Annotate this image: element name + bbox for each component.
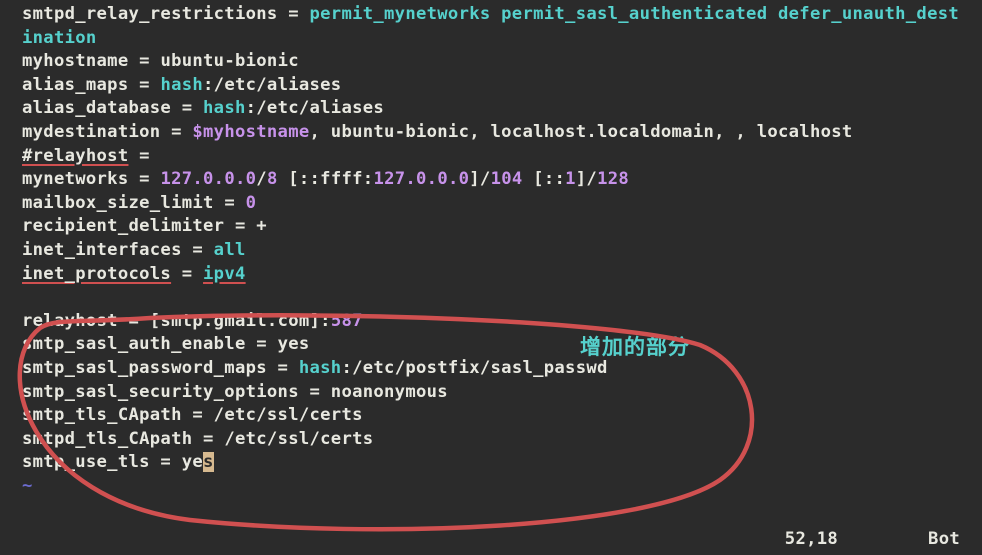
config-line: smtpd_tls_CApath = /etc/ssl/certs (22, 428, 960, 452)
config-line: inet_protocols = ipv4 (22, 263, 960, 287)
config-line: mailbox_size_limit = 0 (22, 192, 960, 216)
config-line: smtp_tls_CApath = /etc/ssl/certs (22, 404, 960, 428)
status-bar: 52,18 Bot (785, 528, 960, 552)
terminal-editor[interactable]: { "lines": { "l1_key":"smtpd_relay_restr… (0, 0, 982, 555)
config-line: smtp_sasl_security_options = noanonymous (22, 381, 960, 405)
cursor: s (203, 452, 214, 472)
config-line: alias_database = hash:/etc/aliases (22, 97, 960, 121)
config-line: smtp_sasl_password_maps = hash:/etc/post… (22, 357, 960, 381)
config-line (22, 286, 960, 310)
config-line: alias_maps = hash:/etc/aliases (22, 74, 960, 98)
config-line: smtp_sasl_auth_enable = yes (22, 333, 960, 357)
cursor-position: 52,18 (785, 528, 838, 552)
config-line: mydestination = $myhostname, ubuntu-bion… (22, 121, 960, 145)
vim-tilde: ~ (22, 475, 960, 499)
config-line: #relayhost = (22, 145, 960, 169)
config-line: relayhost = [smtp.gmail.com]:587 (22, 310, 960, 334)
config-line: inet_interfaces = all (22, 239, 960, 263)
config-line: recipient_delimiter = + (22, 215, 960, 239)
config-line: mynetworks = 127.0.0.0/8 [::ffff:127.0.0… (22, 168, 960, 192)
annotation-label: 增加的部分 (580, 336, 690, 360)
config-line: myhostname = ubuntu-bionic (22, 50, 960, 74)
config-line: smtp_use_tls = yes (22, 451, 960, 475)
config-line: smtpd_relay_restrictions = permit_mynetw… (22, 3, 960, 50)
scroll-indicator: Bot (928, 528, 960, 552)
